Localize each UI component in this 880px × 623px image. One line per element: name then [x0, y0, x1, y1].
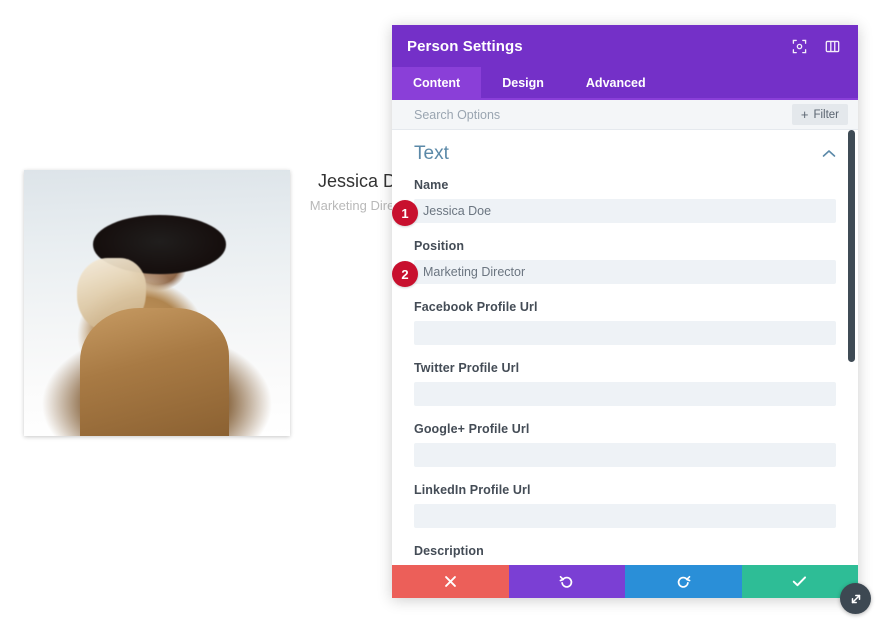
section-header-text[interactable]: Text: [414, 130, 836, 178]
focus-target-icon[interactable]: [788, 35, 810, 57]
field-group-description: Description ADD MEDIA Visual Text: [414, 544, 836, 565]
person-module-preview: Jessica Doe Marketing Director: [24, 170, 384, 440]
field-label-twitter: Twitter Profile Url: [414, 361, 836, 375]
cancel-button[interactable]: [392, 565, 509, 598]
plus-icon: +: [801, 108, 809, 121]
field-group-position: 2 Position: [414, 239, 836, 284]
field-label-position: Position: [414, 239, 836, 253]
photo-body-shape: [80, 308, 229, 436]
field-group-linkedin: LinkedIn Profile Url: [414, 483, 836, 528]
field-label-googleplus: Google+ Profile Url: [414, 422, 836, 436]
step-badge-1: 1: [392, 200, 418, 226]
position-input[interactable]: [414, 260, 836, 284]
close-icon: [444, 575, 457, 588]
undo-button[interactable]: [509, 565, 626, 598]
field-label-name: Name: [414, 178, 836, 192]
tab-design[interactable]: Design: [481, 67, 565, 98]
undo-icon: [559, 574, 574, 589]
field-group-name: 1 Name: [414, 178, 836, 223]
field-group-facebook: Facebook Profile Url: [414, 300, 836, 345]
modal-body: Text 1 Name 2 Position: [392, 130, 858, 565]
chevron-up-icon[interactable]: [822, 145, 836, 163]
modal-tab-bar: Content Design Advanced: [392, 67, 858, 100]
name-input[interactable]: [414, 199, 836, 223]
modal-title: Person Settings: [407, 38, 777, 55]
field-group-googleplus: Google+ Profile Url: [414, 422, 836, 467]
person-photo-frame: [24, 170, 290, 436]
resize-handle-icon[interactable]: [840, 583, 871, 614]
person-settings-modal: Person Settings Content Design Advanced: [392, 25, 858, 598]
tab-advanced[interactable]: Advanced: [565, 67, 667, 98]
field-label-facebook: Facebook Profile Url: [414, 300, 836, 314]
facebook-url-input[interactable]: [414, 321, 836, 345]
search-options-row: + Filter: [392, 100, 858, 130]
redo-button[interactable]: [625, 565, 742, 598]
redo-icon: [676, 574, 691, 589]
googleplus-url-input[interactable]: [414, 443, 836, 467]
section-title: Text: [414, 143, 822, 165]
person-photo-image: [24, 170, 290, 436]
field-label-linkedin: LinkedIn Profile Url: [414, 483, 836, 497]
filter-button-label: Filter: [813, 109, 839, 121]
twitter-url-input[interactable]: [414, 382, 836, 406]
step-badge-2: 2: [392, 261, 418, 287]
modal-scrollbar[interactable]: [848, 130, 855, 362]
field-group-twitter: Twitter Profile Url: [414, 361, 836, 406]
field-label-description: Description: [414, 544, 836, 558]
modal-titlebar: Person Settings: [392, 25, 858, 67]
linkedin-url-input[interactable]: [414, 504, 836, 528]
modal-scroll-area: Text 1 Name 2 Position: [392, 130, 858, 565]
filter-button[interactable]: + Filter: [792, 104, 848, 125]
screenshot-canvas: Jessica Doe Marketing Director Person Se…: [0, 0, 880, 623]
tab-content[interactable]: Content: [392, 67, 481, 98]
search-input[interactable]: [414, 108, 792, 122]
layout-columns-icon[interactable]: [821, 35, 843, 57]
checkmark-icon: [792, 575, 807, 588]
modal-action-bar: [392, 565, 858, 598]
